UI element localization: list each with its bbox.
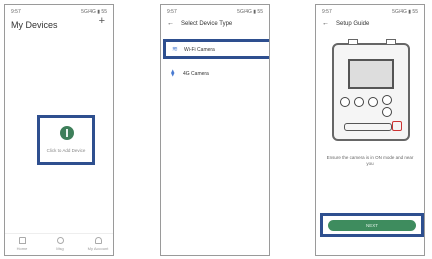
status-time: 9:57 xyxy=(11,9,21,15)
status-time: 9:57 xyxy=(167,9,177,15)
message-icon xyxy=(56,237,64,244)
next-button[interactable]: NEXT xyxy=(328,220,416,231)
plus-icon[interactable]: + xyxy=(99,16,105,27)
status-time: 9:57 xyxy=(322,9,332,15)
camera-mode-switch xyxy=(344,123,392,131)
device-type-wifi-camera[interactable]: ≋ Wi-Fi Camera xyxy=(163,39,269,59)
home-icon xyxy=(18,237,26,244)
device-type-label: Wi-Fi Camera xyxy=(184,47,215,53)
setup-instruction: Ensure the camera is in ON mode and near… xyxy=(326,155,414,167)
back-arrow-icon[interactable]: ← xyxy=(167,20,174,27)
page-title: My Devices xyxy=(11,20,58,30)
tab-account[interactable]: My Account xyxy=(83,237,113,251)
tab-messages[interactable]: Msg xyxy=(45,237,75,251)
add-device-button[interactable]: Click to Add Device xyxy=(37,115,95,165)
setup-guide-screen: 9:57 5G/4G ▮ 55 ← Setup Guide Ensure the… xyxy=(315,4,425,256)
bottom-tab-bar: Home Msg My Account xyxy=(5,233,113,255)
camera-button xyxy=(368,97,378,107)
status-bar: 9:57 5G/4G ▮ 55 xyxy=(320,9,420,17)
status-bar: 9:57 5G/4G ▮ 55 xyxy=(9,9,109,17)
camera-illustration xyxy=(332,39,410,141)
add-device-icon xyxy=(60,126,74,140)
camera-screen xyxy=(348,59,394,89)
next-highlight: NEXT xyxy=(320,213,424,237)
device-type-4g-camera[interactable]: ⧫ 4G Camera xyxy=(165,65,269,83)
select-device-type-screen: 9:57 5G/4G ▮ 55 ← Select Device Type ≋ W… xyxy=(160,4,270,256)
account-icon xyxy=(94,237,102,244)
4g-icon: ⧫ xyxy=(171,70,175,77)
tab-label: Home xyxy=(16,246,28,251)
device-list-screen: 9:57 5G/4G ▮ 55 My Devices + Click to Ad… xyxy=(4,4,114,256)
add-device-label: Click to Add Device xyxy=(46,148,86,153)
wifi-icon: ≋ xyxy=(172,46,178,53)
back-arrow-icon[interactable]: ← xyxy=(322,20,329,27)
camera-button xyxy=(382,95,392,105)
status-bar: 9:57 5G/4G ▮ 55 xyxy=(165,9,265,17)
camera-on-indicator xyxy=(392,121,402,131)
tab-label: Msg xyxy=(56,246,64,251)
camera-button xyxy=(354,97,364,107)
device-type-label: 4G Camera xyxy=(183,71,209,77)
status-system: 5G/4G ▮ 55 xyxy=(392,9,418,15)
camera-hinge xyxy=(386,39,396,45)
page-title: Select Device Type xyxy=(181,21,233,27)
status-system: 5G/4G ▮ 55 xyxy=(237,9,263,15)
tab-home[interactable]: Home xyxy=(7,237,37,251)
camera-button xyxy=(340,97,350,107)
page-title: Setup Guide xyxy=(336,21,370,27)
camera-button xyxy=(382,107,392,117)
tab-label: My Account xyxy=(87,246,109,251)
camera-hinge xyxy=(348,39,358,45)
